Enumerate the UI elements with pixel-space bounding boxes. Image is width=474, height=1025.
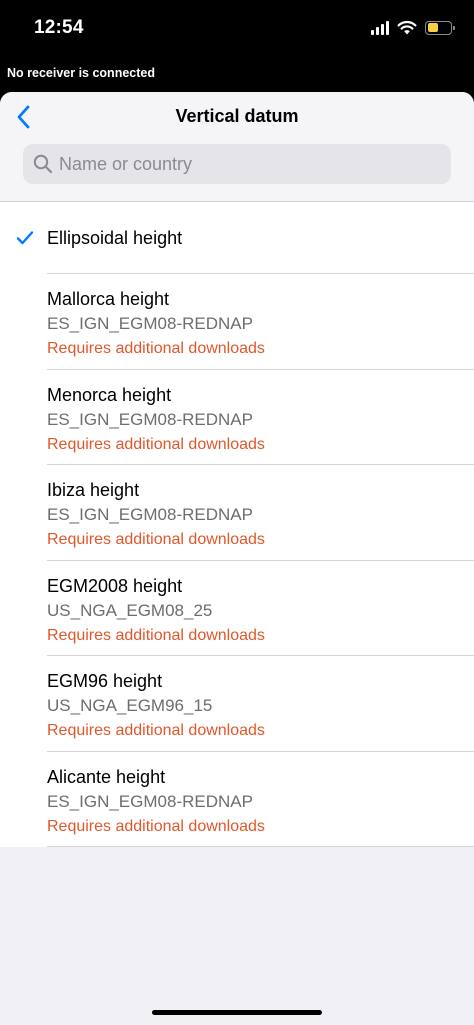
list-item[interactable]: Alicante height ES_IGN_EGM08-REDNAP Requ…	[0, 752, 474, 848]
battery-icon	[425, 20, 455, 35]
list-item-subtitle: US_NGA_EGM96_15	[47, 696, 213, 715]
list-item[interactable]: EGM2008 height US_NGA_EGM08_25 Requires …	[0, 561, 474, 657]
list-item[interactable]: Menorca height ES_IGN_EGM08-REDNAP Requi…	[0, 370, 474, 466]
status-icons	[371, 20, 455, 35]
wifi-icon	[397, 20, 417, 35]
list-item-title: Ibiza height	[47, 480, 140, 500]
list-item-title: EGM2008 height	[47, 575, 183, 596]
search-field[interactable]	[23, 144, 451, 184]
page-title: Vertical datum	[175, 106, 299, 126]
list-item-title: Mallorca height	[47, 289, 170, 309]
datum-list: Ellipsoidal height Mallorca height ES_IG…	[0, 202, 474, 847]
list-item-warning: Requires additional downloads	[47, 626, 265, 644]
list-item-title: Ellipsoidal height	[47, 228, 183, 248]
cellular-signal-icon	[371, 20, 389, 35]
search-icon	[33, 154, 53, 174]
list-item-warning: Requires additional downloads	[47, 435, 265, 453]
list-item-warning: Requires additional downloads	[47, 531, 265, 548]
screen: 12:54 No receiver is connected Vertical …	[0, 0, 474, 1025]
nav-header: Vertical datum	[0, 92, 474, 202]
receiver-status-banner: No receiver is connected	[7, 66, 155, 80]
checkmark-icon	[16, 231, 34, 245]
list-item-selected[interactable]: Ellipsoidal height	[0, 202, 474, 274]
list-item-warning: Requires additional downloads	[47, 722, 265, 739]
list-item-subtitle: ES_IGN_EGM08-REDNAP	[47, 505, 253, 524]
list-item[interactable]: EGM96 height US_NGA_EGM96_15 Requires ad…	[0, 656, 474, 752]
status-time: 12:54	[34, 17, 84, 38]
list-item[interactable]: Mallorca height ES_IGN_EGM08-REDNAP Requ…	[0, 274, 474, 370]
list-item-subtitle: ES_IGN_EGM08-REDNAP	[47, 314, 253, 333]
list-item-title: EGM96 height	[47, 671, 163, 691]
list-item-subtitle: ES_IGN_EGM08-REDNAP	[47, 791, 253, 811]
vertical-datum-sheet: Vertical datum Ellipsoidal height	[0, 92, 474, 1025]
list-item-title: Menorca height	[47, 384, 172, 405]
list-item-warning: Requires additional downloads	[47, 340, 265, 357]
list-item-subtitle: US_NGA_EGM08_25	[47, 600, 213, 620]
status-bar: 12:54	[0, 0, 474, 60]
search-input[interactable]	[59, 153, 399, 175]
home-indicator	[152, 1010, 322, 1015]
list-item-subtitle: ES_IGN_EGM08-REDNAP	[47, 409, 253, 429]
list-item-title: Alicante height	[47, 766, 166, 787]
list-item[interactable]: Ibiza height ES_IGN_EGM08-REDNAP Require…	[0, 465, 474, 561]
list-item-warning: Requires additional downloads	[47, 817, 265, 835]
